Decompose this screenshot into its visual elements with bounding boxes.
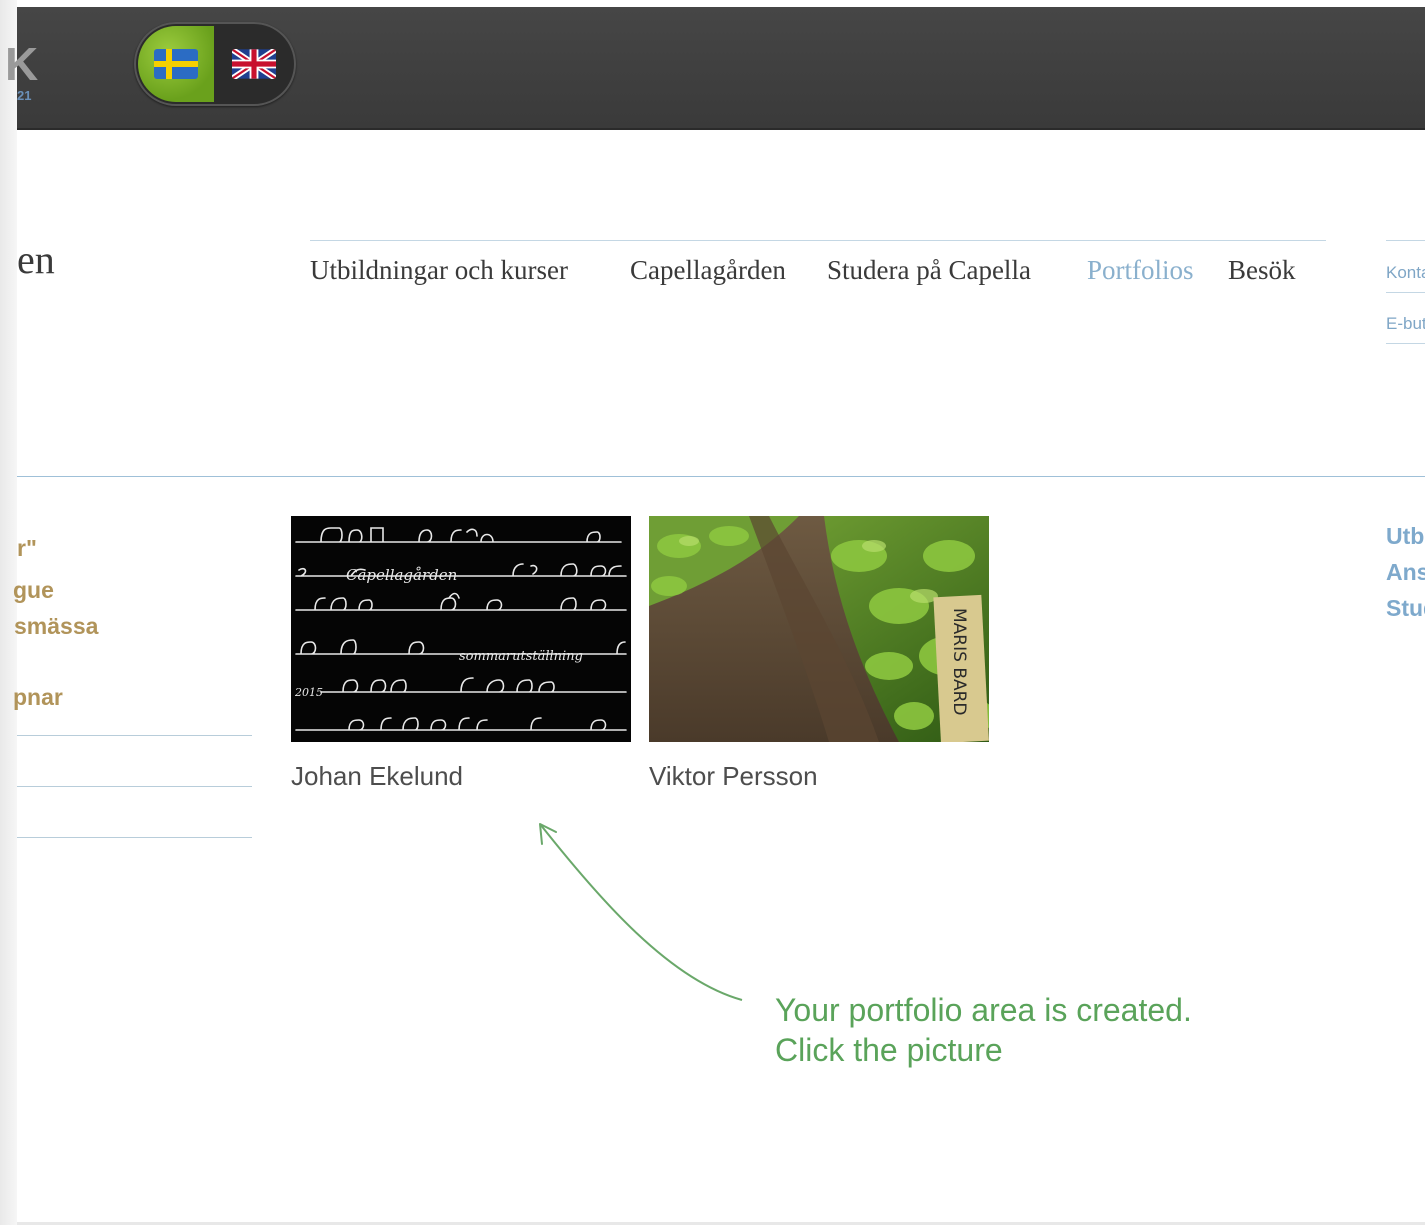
sidebar-divider	[17, 837, 252, 838]
svg-text:Capellagården: Capellagården	[346, 566, 457, 584]
callout-text: Your portfolio area is created. Click th…	[775, 990, 1192, 1070]
news-link[interactable]: r"	[17, 534, 37, 562]
nav-item-utbildningar[interactable]: Utbildningar och kurser	[310, 255, 568, 285]
sidebar-divider	[17, 786, 252, 787]
nav-item-portfolios[interactable]: Portfolios	[1087, 255, 1194, 285]
site-logo[interactable]: K 21	[5, 41, 39, 105]
utility-link-kontakt[interactable]: Kontakt	[1386, 263, 1425, 283]
site-title[interactable]: en	[17, 238, 55, 282]
svg-text:2015: 2015	[294, 686, 323, 699]
nav-item-capellagarden[interactable]: Capellagården	[630, 255, 786, 285]
top-bar: K 21	[5, 7, 1425, 130]
section-divider	[17, 476, 1425, 477]
portfolio-thumbnail[interactable]: Capellagården sommarutställning 2015	[291, 516, 631, 742]
portfolio-thumbnail[interactable]: MARIS BARD	[649, 516, 989, 742]
right-link-studera[interactable]: Studera	[1386, 590, 1425, 626]
portfolio-card[interactable]: MARIS BARD Viktor Persson	[649, 516, 989, 792]
language-swedish-button[interactable]	[138, 26, 214, 102]
nav-item-studera[interactable]: Studera på Capella	[827, 255, 1031, 285]
utility-link-ebutik[interactable]: E-butik	[1386, 314, 1425, 334]
right-link-utbildningar[interactable]: Utbildningar	[1386, 518, 1425, 554]
language-switcher	[134, 22, 296, 106]
nav-item-besok[interactable]: Besök	[1228, 255, 1296, 285]
uk-flag-icon	[232, 49, 276, 79]
nav-divider	[310, 240, 1326, 241]
callout-line: Click the picture	[775, 1032, 1003, 1068]
portfolio-card[interactable]: Capellagården sommarutställning 2015 Joh…	[291, 516, 631, 792]
sidebar-divider	[17, 735, 252, 736]
utility-divider	[1386, 240, 1425, 241]
callout-line: Your portfolio area is created.	[775, 992, 1192, 1028]
utility-divider	[1386, 343, 1425, 344]
utility-divider	[1386, 292, 1425, 293]
language-english-button[interactable]	[216, 26, 292, 102]
svg-text:MARIS BARD: MARIS BARD	[949, 608, 969, 716]
swedish-flag-icon	[154, 49, 198, 79]
svg-text:sommarutställning: sommarutställning	[459, 649, 583, 664]
news-link[interactable]: smässa	[14, 612, 98, 640]
news-link[interactable]: gue	[13, 576, 54, 604]
news-link[interactable]: pnar	[13, 683, 63, 711]
portfolio-name[interactable]: Johan Ekelund	[291, 760, 631, 792]
callout-arrow-icon	[539, 823, 743, 1001]
right-link-ansokan[interactable]: Ansökan	[1386, 554, 1425, 590]
portfolio-name[interactable]: Viktor Persson	[649, 760, 989, 792]
right-sidebar-links: Utbildningar Ansökan Studera	[1386, 518, 1425, 626]
